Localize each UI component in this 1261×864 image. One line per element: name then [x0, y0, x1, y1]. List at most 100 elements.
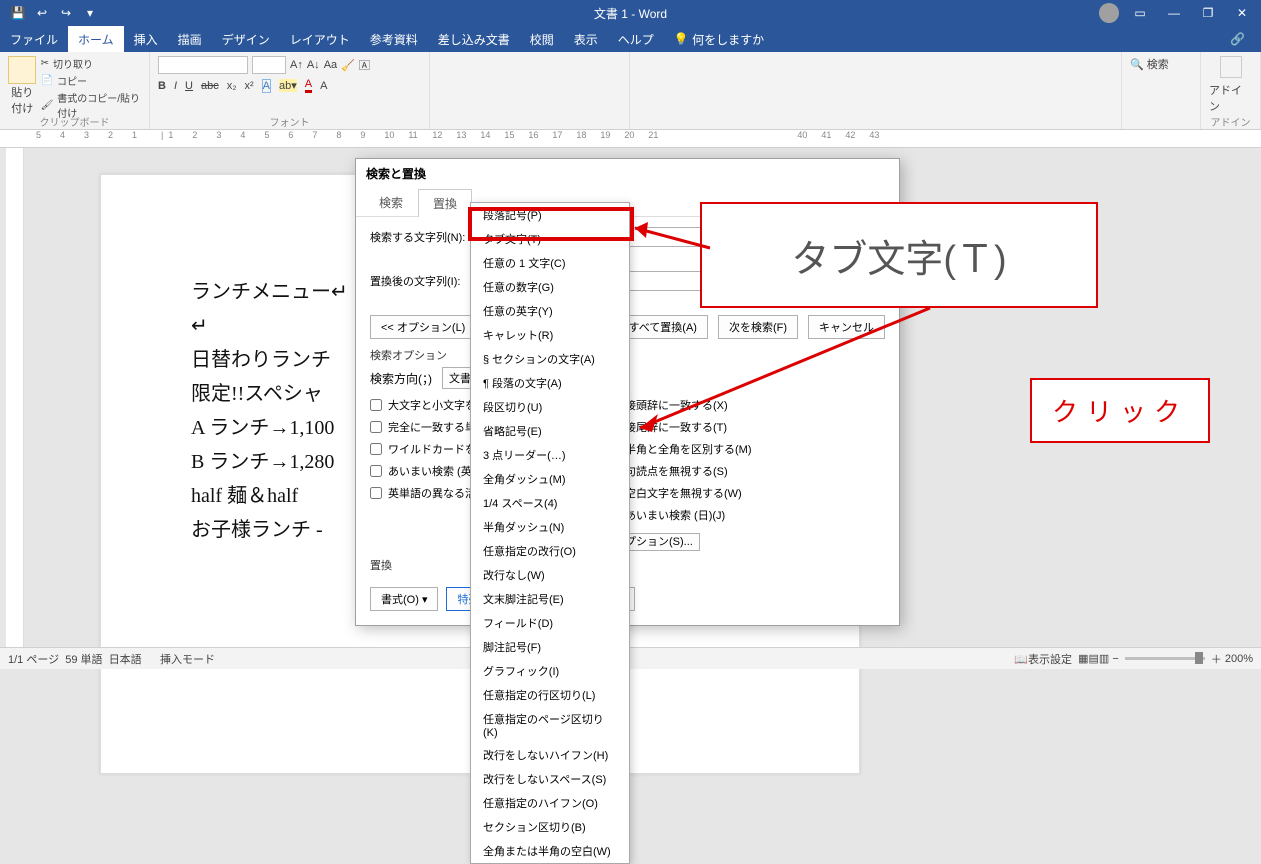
user-avatar-icon[interactable]	[1099, 3, 1119, 23]
superscript-button[interactable]: x²	[245, 80, 254, 92]
font-size-combo[interactable]	[252, 56, 286, 74]
font-name-combo[interactable]	[158, 56, 248, 74]
menu-item[interactable]: § セクションの文字(A)	[471, 347, 629, 371]
menu-item[interactable]: 任意の数字(G)	[471, 275, 629, 299]
menu-item[interactable]: 文末脚注記号(E)	[471, 587, 629, 611]
replace-label: 置換後の文字列(I):	[370, 273, 470, 289]
tab-mailings[interactable]: 差し込み文書	[428, 26, 520, 52]
paste-icon	[8, 56, 36, 84]
replace-all-button[interactable]: すべて置換(A)	[618, 315, 708, 339]
status-language[interactable]: 日本語	[109, 651, 142, 667]
zoom-in-icon[interactable]: ＋	[1211, 651, 1222, 667]
menu-item[interactable]: 段区切り(U)	[471, 395, 629, 419]
annotation-click-label: クリック	[1030, 378, 1210, 443]
format-button[interactable]: 書式(O) ▾	[370, 587, 438, 611]
horizontal-ruler[interactable]: 54321 | 12345678910111213141516171819202…	[0, 130, 1261, 148]
tab-file[interactable]: ファイル	[0, 26, 68, 52]
tab-replace-dialog[interactable]: 置換	[418, 189, 472, 217]
clear-format-icon[interactable]: 🧹	[341, 59, 355, 72]
menu-item[interactable]: 改行をしないハイフン(H)	[471, 743, 629, 767]
menu-item[interactable]: 半角ダッシュ(N)	[471, 515, 629, 539]
bold-button[interactable]: B	[158, 80, 166, 92]
menu-item[interactable]: 改行なし(W)	[471, 563, 629, 587]
phonetic-guide-icon[interactable]: 🄰	[359, 57, 370, 73]
menu-item[interactable]: 任意指定のページ区切り(K)	[471, 707, 629, 743]
group-label-clipboard: クリップボード	[0, 114, 149, 129]
tab-draw[interactable]: 描画	[168, 26, 212, 52]
underline-button[interactable]: U	[185, 80, 193, 92]
tab-help[interactable]: ヘルプ	[608, 26, 664, 52]
paste-button[interactable]: 貼り付け	[8, 56, 37, 116]
cut-button[interactable]: ✂ 切り取り	[41, 56, 141, 71]
menu-item[interactable]: ¶ 段落の文字(A)	[471, 371, 629, 395]
menu-item[interactable]: 脚注記号(F)	[471, 635, 629, 659]
menu-item[interactable]: セクション区切り(B)	[471, 815, 629, 839]
view-print-icon[interactable]: ▦	[1078, 652, 1088, 665]
options-toggle-button[interactable]: << オプション(L)	[370, 315, 476, 339]
annotation-callout-box: タブ文字(Ｔ)	[700, 202, 1098, 308]
menu-item[interactable]: 任意指定のハイフン(O)	[471, 791, 629, 815]
text-effects-button[interactable]: A	[262, 79, 271, 93]
maximize-icon[interactable]: ❐	[1195, 6, 1221, 20]
menu-item[interactable]: 任意指定の行区切り(L)	[471, 683, 629, 707]
find-button[interactable]: 🔍 検索	[1130, 56, 1169, 72]
menu-item[interactable]: 任意指定の改行(O)	[471, 539, 629, 563]
view-read-icon[interactable]: ▤	[1088, 652, 1098, 665]
tab-references[interactable]: 参考資料	[360, 26, 428, 52]
status-mode[interactable]: 挿入モード	[160, 651, 215, 667]
ribbon-options-icon[interactable]: ▭	[1127, 6, 1153, 20]
view-web-icon[interactable]: ▥	[1099, 652, 1109, 665]
font-color-button[interactable]: A	[305, 78, 312, 93]
minimize-icon[interactable]: —	[1161, 6, 1187, 20]
tab-home[interactable]: ホーム	[68, 26, 124, 52]
shrink-font-icon[interactable]: A↓	[307, 59, 320, 71]
redo-icon[interactable]: ↪	[58, 5, 74, 21]
find-next-button[interactable]: 次を検索(F)	[718, 315, 798, 339]
tab-view[interactable]: 表示	[564, 26, 608, 52]
menu-item[interactable]: フィールド(D)	[471, 611, 629, 635]
grow-font-icon[interactable]: A↑	[290, 59, 303, 71]
tab-design[interactable]: デザイン	[212, 26, 280, 52]
subscript-button[interactable]: x₂	[227, 80, 237, 92]
menu-item[interactable]: 1/4 スペース(4)	[471, 491, 629, 515]
tab-insert[interactable]: 挿入	[124, 26, 168, 52]
qat-more-icon[interactable]: ▾	[82, 5, 98, 21]
zoom-slider[interactable]	[1125, 657, 1205, 660]
group-label-addin: アドイン	[1201, 114, 1260, 129]
menu-item[interactable]: 改行をしないスペース(S)	[471, 767, 629, 791]
share-icon[interactable]: 🔗	[1230, 32, 1245, 46]
display-settings-button[interactable]: 📖表示設定	[1014, 651, 1072, 667]
menu-item[interactable]: キャレット(R)	[471, 323, 629, 347]
highlight-button[interactable]: ab▾	[279, 79, 297, 92]
copy-button[interactable]: 📄 コピー	[41, 73, 141, 88]
tell-me[interactable]: 💡 何をしますか	[664, 26, 774, 52]
undo-icon[interactable]: ↩	[34, 5, 50, 21]
addin-icon[interactable]	[1220, 56, 1242, 78]
find-label: 検索する文字列(N):	[370, 229, 470, 245]
menu-item[interactable]: 省略記号(E)	[471, 419, 629, 443]
ribbon-tabs: ファイル ホーム 挿入 描画 デザイン レイアウト 参考資料 差し込み文書 校閲…	[0, 26, 1261, 52]
tab-layout[interactable]: レイアウト	[280, 26, 360, 52]
cancel-button[interactable]: キャンセル	[808, 315, 885, 339]
close-icon[interactable]: ✕	[1229, 6, 1255, 20]
menu-item[interactable]: 任意の 1 文字(C)	[471, 251, 629, 275]
tab-review[interactable]: 校閲	[520, 26, 564, 52]
zoom-level[interactable]: 200%	[1225, 653, 1253, 665]
change-case-icon[interactable]: Aa	[324, 59, 337, 71]
menu-item[interactable]: 全角または半角の空白(W)	[471, 839, 629, 863]
menu-item[interactable]: 任意の英字(Y)	[471, 299, 629, 323]
title-bar: 💾 ↩ ↪ ▾ 文書 1 - Word ▭ — ❐ ✕	[0, 0, 1261, 26]
ribbon: 貼り付け ✂ 切り取り 📄 コピー 🖌 書式のコピー/貼り付け クリップボード …	[0, 52, 1261, 130]
save-icon[interactable]: 💾	[10, 5, 26, 21]
vertical-ruler[interactable]	[6, 148, 24, 647]
enclose-char-button[interactable]: A	[320, 80, 327, 92]
menu-item[interactable]: 全角ダッシュ(M)	[471, 467, 629, 491]
menu-item[interactable]: グラフィック(I)	[471, 659, 629, 683]
menu-item[interactable]: 3 点リーダー(…)	[471, 443, 629, 467]
status-page[interactable]: 1/1 ページ	[8, 651, 59, 667]
status-words[interactable]: 59 単語	[65, 651, 102, 667]
strike-button[interactable]: abc	[201, 80, 219, 92]
tab-find-dialog[interactable]: 検索	[364, 188, 418, 216]
italic-button[interactable]: I	[174, 80, 177, 92]
zoom-out-icon[interactable]: −	[1112, 653, 1118, 665]
